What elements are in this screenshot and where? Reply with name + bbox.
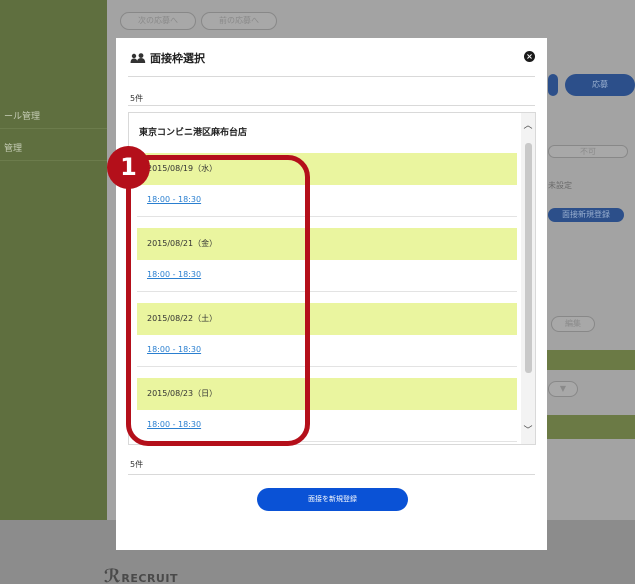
background-green-bar [545, 350, 635, 370]
background-sidebar-item: 管理 [0, 137, 107, 161]
modal-title: 面接枠選択 [130, 50, 205, 66]
title-divider [128, 76, 535, 77]
close-button[interactable]: × [524, 51, 535, 62]
background-blue-button [548, 74, 558, 96]
background-edit-pill: 編集 [551, 316, 595, 332]
result-count-top: 5件 [130, 94, 144, 103]
bottom-divider [128, 474, 535, 475]
background-status-pill: 不可 [548, 145, 628, 158]
scroll-thumb[interactable] [525, 143, 532, 373]
background-sidebar: ール管理 管理 [0, 0, 107, 520]
background-status-text: 未設定 [548, 181, 572, 190]
background-dropdown: ▼ [548, 381, 578, 397]
chevron-up-icon[interactable]: ︿ [521, 119, 535, 133]
background-next-pill: 次の応募へ [120, 12, 196, 30]
people-icon [130, 52, 146, 64]
background-green-bar [545, 415, 635, 439]
annotation-number-badge: 1 [107, 146, 150, 189]
chevron-down-icon[interactable]: ﹀ [521, 424, 535, 438]
register-new-interview-button[interactable]: 面接を新規登録 [257, 488, 408, 511]
modal-title-text: 面接枠選択 [150, 52, 205, 65]
count-divider [128, 105, 535, 106]
result-count-bottom: 5件 [130, 460, 144, 469]
background-sidebar-item: ール管理 [0, 105, 107, 129]
list-scrollbar[interactable]: ︿ ﹀ [521, 113, 535, 444]
background-apply-button: 応募 [565, 74, 635, 96]
annotation-highlight [126, 155, 310, 446]
background-register-pill: 面接新規登録 [548, 208, 624, 222]
store-name: 東京コンビニ港区麻布台店 [139, 128, 248, 138]
recruit-logo: ℛRECRUIT [104, 566, 178, 584]
background-prev-pill: 前の応募へ [201, 12, 277, 30]
